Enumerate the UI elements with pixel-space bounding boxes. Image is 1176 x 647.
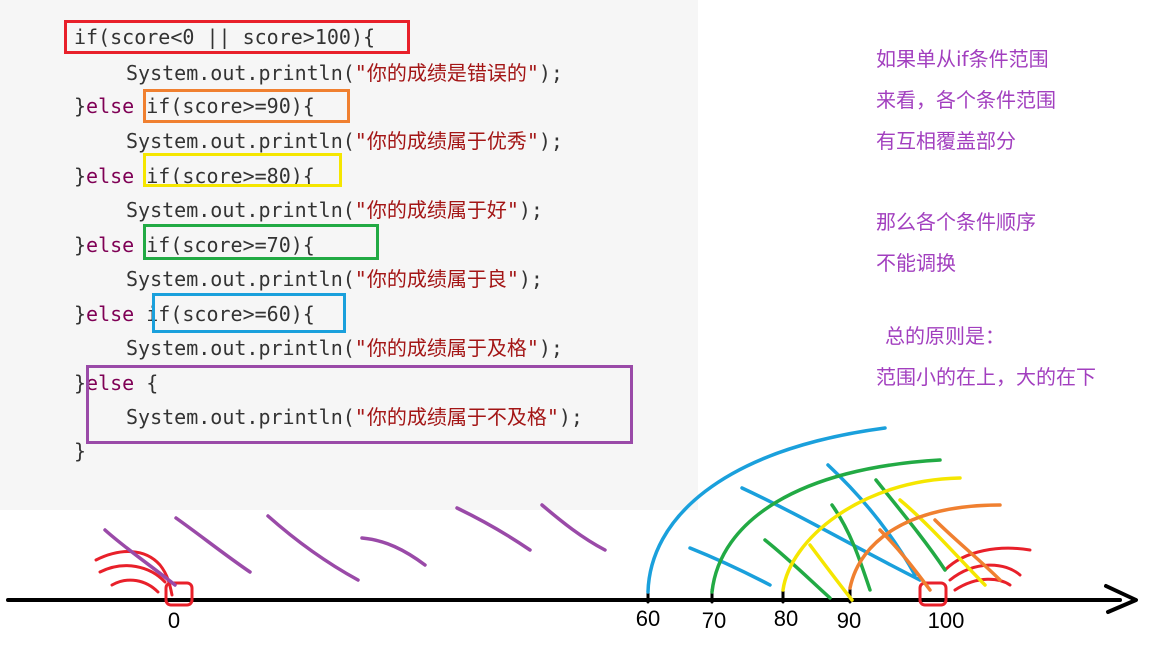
number-line-drawing [6, 426, 1138, 614]
tick-label-0: 0 [167, 608, 181, 633]
tick-label-80: 80 [773, 606, 799, 631]
tick-label-90: 90 [836, 608, 862, 633]
else-range-scribbles [103, 503, 607, 587]
ge60-range-scribbles [646, 426, 922, 594]
tick-label-70: 70 [701, 608, 727, 633]
tick-label-100: 100 [927, 608, 965, 633]
ge70-range-scribbles [710, 458, 947, 600]
invalid-range-scribbles [94, 546, 1032, 607]
tick-label-60: 60 [635, 606, 661, 631]
